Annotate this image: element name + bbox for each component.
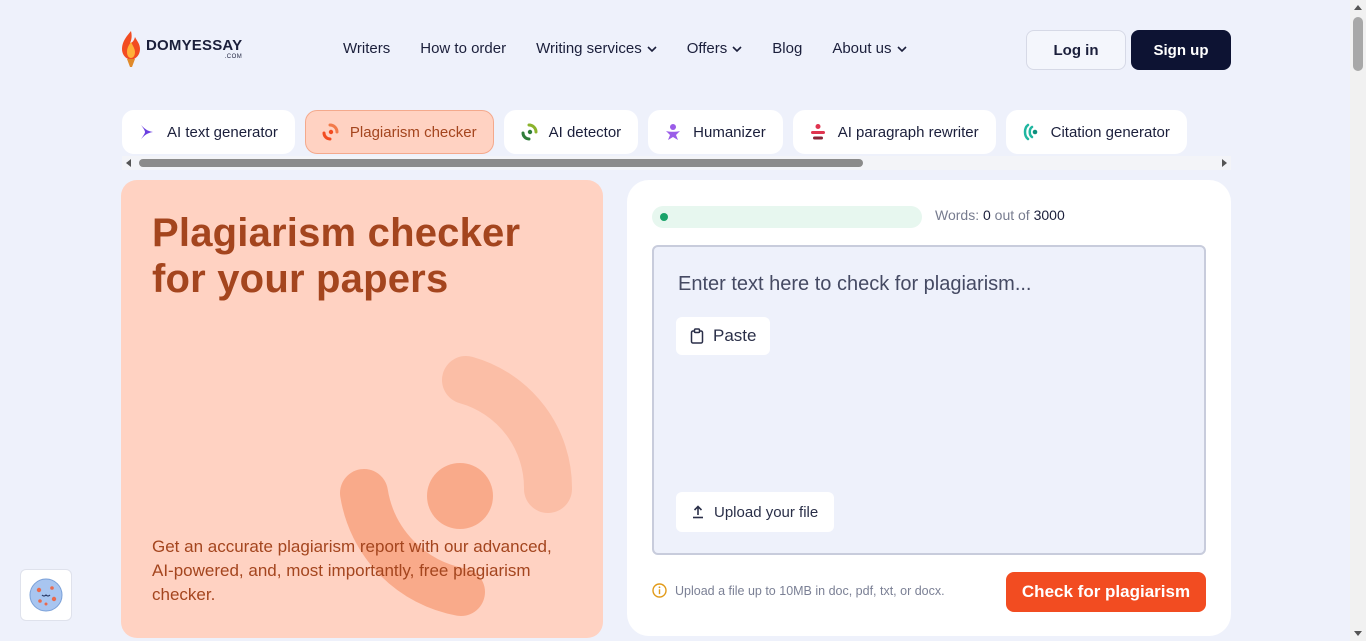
- nav-how-to-order[interactable]: How to order: [420, 40, 506, 57]
- tab-ai-detector[interactable]: AI detector: [503, 110, 639, 154]
- tab-ai-paragraph-rewriter[interactable]: AI paragraph rewriter: [792, 110, 996, 154]
- logo-name: DOMYESSAY: [146, 37, 243, 54]
- upload-icon: [693, 505, 703, 519]
- plagiarism-icon: [322, 123, 339, 141]
- citation-icon: [1023, 123, 1037, 141]
- hero-card: Plagiarism checker for your papers Get a…: [121, 180, 603, 638]
- page-scrollbar-thumb[interactable]: [1353, 17, 1363, 71]
- chevron-down-icon: [732, 45, 742, 52]
- text-input-area[interactable]: Enter text here to check for plagiarism.…: [652, 245, 1206, 555]
- logo-suffix: .COM: [224, 54, 243, 60]
- nav-offers[interactable]: Offers: [687, 40, 743, 57]
- nav-how-to-order-label: How to order: [420, 40, 507, 57]
- words-count: 0: [982, 207, 991, 223]
- words-max: 3000: [1033, 207, 1065, 223]
- nav-writing-services[interactable]: Writing services: [536, 40, 657, 57]
- cookie-icon: [29, 578, 63, 612]
- words-out-of: out of: [994, 207, 1030, 223]
- page-title: Plagiarism checker for your papers: [152, 211, 521, 301]
- site-header: DOMYESSAY .COM Writers How to order Writ…: [0, 0, 1350, 100]
- info-icon: [652, 583, 667, 598]
- nav-blog-label: Blog: [772, 40, 803, 57]
- nav-writers-label: Writers: [343, 40, 391, 57]
- tab-plagiarism-checker[interactable]: Plagiarism checker: [304, 110, 494, 154]
- chevron-down-icon: [896, 45, 907, 52]
- tab-label: AI paragraph rewriter: [837, 123, 979, 141]
- nav-writing-services-label: Writing services: [536, 40, 642, 57]
- hero-description: Get an accurate plagiarism report with o…: [152, 537, 552, 604]
- signup-button[interactable]: Sign up: [1131, 30, 1231, 70]
- upload-note-text: Upload a file up to 10MB in doc, pdf, tx…: [675, 583, 945, 598]
- upload-label: Upload your file: [714, 503, 819, 521]
- tab-label: Plagiarism checker: [349, 123, 477, 141]
- cookie-settings-button[interactable]: [20, 569, 72, 621]
- upload-file-button[interactable]: Upload your file: [676, 492, 835, 532]
- login-button[interactable]: Log in: [1026, 30, 1126, 70]
- tab-label: Humanizer: [693, 123, 766, 141]
- logo-wordmark: DOMYESSAY .COM: [146, 38, 242, 60]
- scroll-up-arrow-icon[interactable]: [1354, 5, 1362, 10]
- tool-tabs: AI text generator Plagiarism checker AI …: [122, 110, 1231, 156]
- nav-offers-label: Offers: [686, 40, 728, 57]
- tool-tabs-track: AI text generator Plagiarism checker AI …: [122, 110, 1187, 154]
- progress-indicator: [660, 213, 668, 221]
- detector-icon: [521, 123, 538, 141]
- tab-humanizer[interactable]: Humanizer: [648, 110, 783, 154]
- upload-note: Upload a file up to 10MB in doc, pdf, tx…: [652, 583, 945, 598]
- chevron-down-icon: [647, 45, 657, 52]
- scrollbar-thumb[interactable]: [139, 159, 863, 167]
- logo[interactable]: DOMYESSAY .COM: [120, 30, 242, 68]
- nav-about-us[interactable]: About us: [832, 40, 907, 57]
- tab-ai-text-generator[interactable]: AI text generator: [122, 110, 295, 154]
- tab-citation-generator[interactable]: Citation generator: [1005, 110, 1187, 154]
- rewriter-icon: [810, 124, 825, 140]
- humanizer-icon: [666, 124, 681, 140]
- paste-label: Paste: [713, 326, 757, 345]
- page-vertical-scrollbar[interactable]: [1350, 0, 1366, 641]
- tab-label: Citation generator: [1050, 123, 1170, 141]
- word-counter: Words: 0 out of 3000: [935, 207, 1065, 223]
- tab-label: AI detector: [548, 123, 622, 141]
- text-input-placeholder[interactable]: Enter text here to check for plagiarism.…: [678, 273, 1032, 296]
- tab-label: AI text generator: [167, 123, 278, 141]
- scroll-down-arrow-icon[interactable]: [1354, 631, 1362, 636]
- words-label: Words:: [935, 207, 980, 223]
- clipboard-icon: [690, 328, 704, 344]
- word-progress-bar: [652, 206, 922, 228]
- nav-blog[interactable]: Blog: [772, 40, 802, 57]
- paste-button[interactable]: Paste: [676, 317, 771, 355]
- checker-card: Words: 0 out of 3000 Enter text here to …: [627, 180, 1231, 636]
- scroll-left-arrow-icon[interactable]: [126, 159, 131, 167]
- tabs-horizontal-scrollbar[interactable]: [122, 156, 1231, 170]
- scroll-right-arrow-icon[interactable]: [1222, 159, 1227, 167]
- main-nav: Writers How to order Writing services Of…: [343, 40, 907, 57]
- check-plagiarism-button[interactable]: Check for plagiarism: [1006, 572, 1206, 612]
- nav-writers[interactable]: Writers: [343, 40, 390, 57]
- sparkle-icon: [141, 125, 153, 139]
- flame-logo-icon: [122, 31, 140, 67]
- nav-about-us-label: About us: [832, 40, 892, 57]
